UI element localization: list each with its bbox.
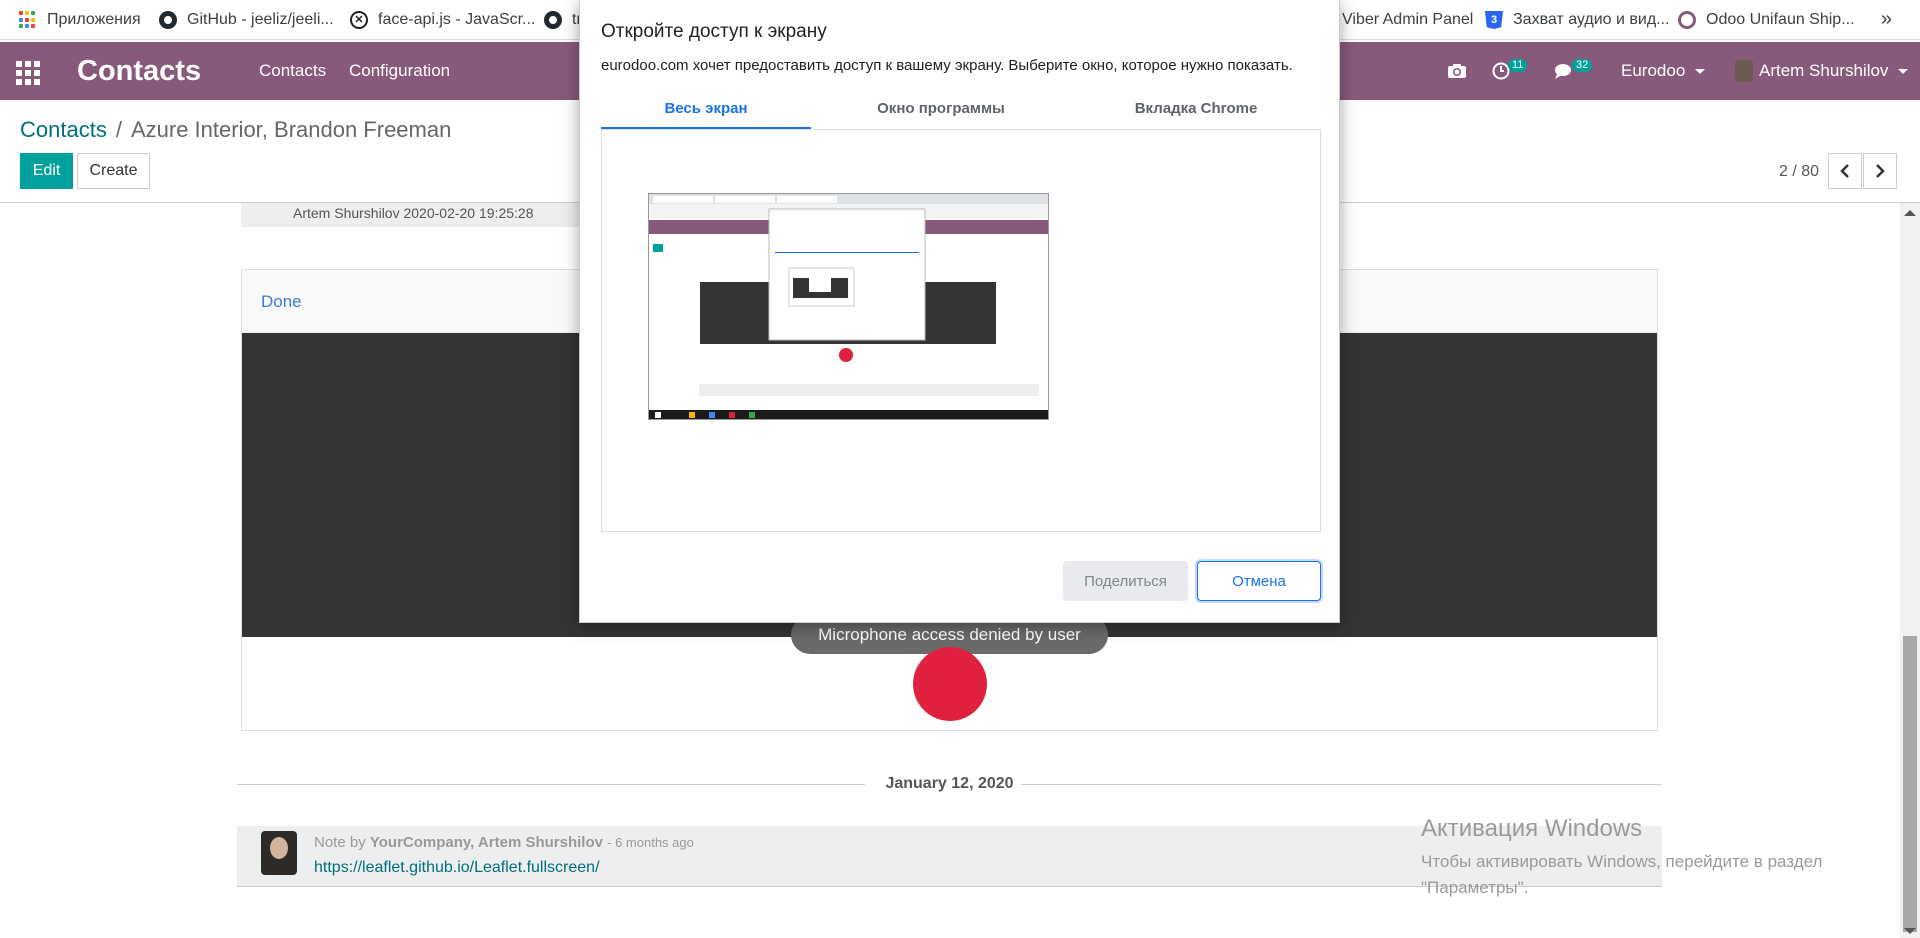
menu-configuration[interactable]: Configuration	[349, 42, 450, 100]
date-separator: January 12, 2020	[237, 770, 1662, 800]
apps-grid-icon	[19, 11, 37, 29]
app-title[interactable]: Contacts	[77, 42, 201, 100]
note-prefix: Note by	[314, 834, 366, 851]
screen-thumbnail[interactable]	[648, 193, 1049, 420]
chevron-right-icon	[1876, 164, 1885, 178]
bookmark-apps[interactable]: Приложения	[19, 0, 141, 40]
breadcrumb-separator: /	[115, 117, 122, 142]
screen-share-dialog: Откройте доступ к экрану eurodoo.com хоч…	[579, 0, 1340, 623]
user-menu[interactable]: Artem Shurshilov	[1735, 42, 1909, 100]
done-link[interactable]: Done	[261, 292, 302, 312]
messages-badge: 32	[1572, 59, 1593, 72]
bookmark-github-jeeliz[interactable]: GitHub - jeeliz/jeeli...	[159, 0, 334, 40]
company-switcher[interactable]: Eurodoo	[1621, 42, 1706, 100]
chevron-down-icon	[1898, 68, 1909, 74]
windows-activation-text: Чтобы активировать Windows, перейдите в …	[1421, 849, 1822, 901]
scroll-down-arrow-icon[interactable]	[1904, 928, 1916, 934]
record-button[interactable]	[913, 647, 987, 721]
screenshot-camera-icon[interactable]	[1447, 42, 1467, 100]
bookmark-odoo-unifaun[interactable]: Odoo Unifaun Ship...	[1678, 0, 1855, 40]
bookmark-label: Приложения	[47, 11, 141, 28]
note-time-ago: - 6 months ago	[607, 835, 694, 850]
note-authors[interactable]: YourCompany, Artem Shurshilov	[370, 834, 603, 851]
activity-clock-icon[interactable]	[1492, 42, 1510, 100]
github-icon	[159, 11, 177, 29]
previous-message-meta: Artem Shurshilov 2020-02-20 19:25:28	[293, 205, 534, 221]
company-name: Eurodoo	[1621, 61, 1686, 80]
x-circle-icon: ✕	[350, 11, 368, 29]
chevron-down-icon	[1695, 68, 1706, 74]
windows-activation-line2: "Параметры".	[1421, 878, 1529, 897]
author-avatar[interactable]	[261, 831, 297, 875]
bookmark-label: face-api.js - JavaScr...	[378, 11, 536, 28]
scrollbar-thumb[interactable]	[1903, 636, 1917, 932]
breadcrumb: Contacts / Azure Interior, Brandon Freeman	[20, 117, 451, 143]
scroll-up-arrow-icon[interactable]	[1904, 210, 1916, 216]
css3-icon: 3	[1485, 11, 1503, 29]
windows-activation-line1: Чтобы активировать Windows, перейдите в …	[1421, 852, 1823, 871]
bookmark-label: Захват аудио и вид...	[1513, 11, 1670, 28]
user-avatar	[1735, 60, 1753, 82]
github-icon	[544, 11, 562, 29]
dialog-description: eurodoo.com хочет предоставить доступ к …	[601, 57, 1293, 74]
activity-badge: 11	[1508, 59, 1528, 72]
tab-application-window[interactable]: Окно программы	[811, 96, 1071, 130]
windows-activation-title: Активация Windows	[1421, 815, 1643, 842]
bookmark-label: Viber Admin Panel	[1342, 11, 1474, 28]
bookmark-label: Odoo Unifaun Ship...	[1706, 11, 1855, 28]
tab-entire-screen[interactable]: Весь экран	[601, 96, 811, 130]
dialog-title: Откройте доступ к экрану	[601, 21, 827, 42]
bookmarks-more-button[interactable]: »	[1881, 0, 1892, 40]
menu-contacts[interactable]: Contacts	[259, 42, 326, 100]
pager-next-button[interactable]	[1863, 153, 1897, 189]
bookmark-github-2[interactable]: tr	[544, 0, 582, 40]
create-button[interactable]: Create	[77, 153, 150, 189]
bookmark-face-api[interactable]: ✕ face-api.js - JavaScr...	[350, 0, 535, 40]
pager-value[interactable]: 2 / 80	[1779, 163, 1819, 181]
chevron-left-icon	[1840, 164, 1849, 178]
pager-previous-button[interactable]	[1828, 153, 1862, 189]
cancel-button[interactable]: Отмена	[1197, 561, 1321, 601]
edit-button[interactable]: Edit	[20, 153, 73, 189]
breadcrumb-contacts-link[interactable]: Contacts	[20, 117, 107, 142]
note-link[interactable]: https://leaflet.github.io/Leaflet.fullsc…	[314, 859, 600, 877]
user-name: Artem Shurshilov	[1759, 61, 1889, 80]
share-button[interactable]: Поделиться	[1063, 561, 1188, 601]
app-menu-icon[interactable]	[16, 61, 40, 85]
bookmark-viber-admin[interactable]: Viber Admin Panel	[1342, 0, 1473, 40]
tab-chrome-tab[interactable]: Вкладка Chrome	[1071, 96, 1321, 130]
messages-chat-icon[interactable]	[1554, 42, 1576, 100]
screen-preview-area	[601, 130, 1321, 532]
breadcrumb-current: Azure Interior, Brandon Freeman	[130, 117, 452, 142]
bookmark-capture-audio[interactable]: 3 Захват аудио и вид...	[1485, 0, 1670, 40]
screen-thumbnail-image	[649, 194, 1048, 419]
date-label: January 12, 2020	[885, 775, 1014, 792]
bookmark-label: GitHub - jeeliz/jeeli...	[187, 11, 334, 28]
note-meta: Note by YourCompany, Artem Shurshilov - …	[314, 834, 694, 851]
odoo-icon	[1678, 11, 1696, 29]
